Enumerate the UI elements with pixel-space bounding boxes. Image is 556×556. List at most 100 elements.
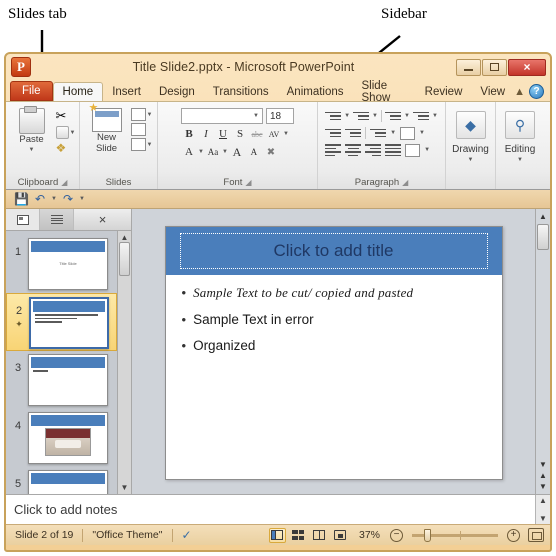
- tab-animations[interactable]: Animations: [278, 82, 353, 101]
- shapes-icon[interactable]: ◆: [455, 111, 486, 139]
- align-right-icon[interactable]: [365, 143, 382, 157]
- font-name-input[interactable]: ▼: [181, 108, 263, 124]
- sidebar-scroll-up-button[interactable]: ▲: [121, 233, 129, 242]
- customize-qat-chevron-down-icon[interactable]: ▼: [79, 196, 85, 202]
- drawing-chevron-down-icon[interactable]: ▼: [468, 157, 474, 163]
- zoom-slider[interactable]: [412, 528, 498, 542]
- reset-button[interactable]: [130, 123, 153, 136]
- slide-indicator[interactable]: Slide 2 of 19: [6, 525, 82, 545]
- zoom-level-label[interactable]: 37%: [353, 529, 386, 541]
- slide-body-placeholder[interactable]: • Sample Text to be cut/ copied and past…: [166, 275, 502, 353]
- stage-scroll-thumb[interactable]: [537, 224, 549, 250]
- zoom-in-button[interactable]: +: [507, 528, 520, 542]
- notes-scrollbar[interactable]: ▲ ▼: [535, 495, 550, 524]
- bold-button[interactable]: B: [181, 126, 197, 142]
- decrease-indent-icon[interactable]: [325, 126, 342, 140]
- text-direction-icon[interactable]: [413, 109, 429, 123]
- slide-thumbnail-5[interactable]: 5: [6, 467, 117, 494]
- slide-thumbnail-1[interactable]: 1 Title Slide: [6, 235, 117, 293]
- slide-canvas[interactable]: Click to add title • Sample Text to be c…: [164, 225, 503, 480]
- change-case-button[interactable]: Aa: [205, 144, 221, 160]
- slide-thumbnail-2[interactable]: 2 ✦: [6, 293, 117, 351]
- tab-slide-show[interactable]: Slide Show: [353, 80, 416, 104]
- sidebar-scroll-down-button[interactable]: ▼: [121, 483, 129, 492]
- spellcheck-button[interactable]: ✓: [173, 525, 201, 545]
- justify-icon[interactable]: [385, 143, 402, 157]
- text-shadow-button[interactable]: S: [232, 126, 248, 142]
- notes-scroll-down-button[interactable]: ▼: [539, 514, 547, 523]
- line-spacing-icon[interactable]: [385, 109, 401, 123]
- columns-icon[interactable]: [370, 126, 387, 140]
- maximize-button[interactable]: [482, 58, 507, 76]
- view-normal[interactable]: [268, 527, 286, 543]
- layout-button[interactable]: ▼: [130, 108, 152, 121]
- notes-scroll-up-button[interactable]: ▲: [539, 496, 547, 505]
- undo-chevron-down-icon[interactable]: ▼: [51, 196, 57, 202]
- bullets-icon[interactable]: [325, 109, 342, 123]
- tab-home[interactable]: Home: [52, 82, 104, 101]
- format-painter-button[interactable]: ❖: [56, 141, 76, 155]
- slide-thumbnail-3[interactable]: 3: [6, 351, 117, 409]
- notes-pane[interactable]: Click to add notes ▲ ▼: [6, 494, 550, 524]
- align-text-icon[interactable]: [400, 126, 416, 140]
- editing-chevron-down-icon[interactable]: ▼: [517, 157, 523, 163]
- save-icon[interactable]: 💾: [14, 192, 29, 206]
- sidebar-scroll-thumb[interactable]: [119, 242, 130, 276]
- stage-scroll-down-button[interactable]: ▼: [539, 460, 547, 469]
- view-slide-sorter[interactable]: [290, 528, 307, 543]
- title-placeholder[interactable]: Click to add title: [179, 232, 488, 269]
- align-center-icon[interactable]: [345, 143, 362, 157]
- sidebar-scrollbar[interactable]: ▲ ▼: [117, 231, 131, 494]
- stage-scroll-track[interactable]: [536, 252, 550, 459]
- tab-design[interactable]: Design: [150, 82, 204, 101]
- tab-transitions[interactable]: Transitions: [204, 82, 278, 101]
- minimize-button[interactable]: [456, 58, 481, 76]
- cut-button[interactable]: ✂: [56, 108, 76, 124]
- close-button[interactable]: ×: [508, 58, 546, 76]
- tab-view[interactable]: View: [471, 82, 514, 101]
- clipboard-dialog-launcher-icon[interactable]: ◢: [61, 178, 67, 187]
- fit-to-window-button[interactable]: [528, 528, 544, 542]
- undo-icon[interactable]: ↶: [35, 192, 45, 206]
- font-color-button[interactable]: A: [181, 144, 197, 160]
- next-slide-button[interactable]: ▼: [539, 482, 547, 491]
- align-left-icon[interactable]: [325, 143, 342, 157]
- paste-button[interactable]: Paste ▼: [10, 106, 54, 156]
- close-sidebar-button[interactable]: ×: [74, 209, 131, 230]
- shrink-font-button[interactable]: A: [246, 144, 262, 160]
- convert-to-smartart-icon[interactable]: [405, 143, 421, 157]
- italic-button[interactable]: I: [198, 126, 214, 142]
- previous-slide-button[interactable]: ▲: [539, 471, 547, 480]
- slide-thumbnail-4[interactable]: 4: [6, 409, 117, 467]
- strikethrough-button[interactable]: abc: [249, 126, 265, 142]
- font-size-input[interactable]: 18: [266, 108, 294, 124]
- view-slide-show[interactable]: [332, 528, 349, 543]
- tab-insert[interactable]: Insert: [103, 82, 150, 101]
- copy-button[interactable]: ▼: [55, 126, 75, 139]
- font-dialog-launcher-icon[interactable]: ◢: [245, 178, 251, 187]
- stage-scroll-up-button[interactable]: ▲: [539, 212, 547, 221]
- tab-file[interactable]: File: [10, 81, 53, 101]
- zoom-out-button[interactable]: −: [390, 528, 403, 542]
- redo-icon[interactable]: ↷: [63, 192, 73, 206]
- binoculars-icon[interactable]: ⚲: [504, 111, 535, 139]
- grow-font-button[interactable]: A: [229, 144, 245, 160]
- paragraph-dialog-launcher-icon[interactable]: ◢: [402, 178, 408, 187]
- character-spacing-button[interactable]: AV: [266, 126, 282, 142]
- outline-tab[interactable]: [40, 209, 74, 230]
- new-slide-button[interactable]: New Slide: [85, 103, 129, 154]
- view-reading[interactable]: [311, 528, 328, 543]
- help-icon[interactable]: ?: [529, 84, 544, 99]
- theme-indicator[interactable]: "Office Theme": [83, 525, 171, 545]
- underline-button[interactable]: U: [215, 126, 231, 142]
- tab-review[interactable]: Review: [416, 82, 472, 101]
- clear-formatting-button[interactable]: ✖: [263, 144, 279, 160]
- font-group-label-row: Font ◢: [161, 175, 314, 189]
- slides-tab[interactable]: [6, 209, 40, 230]
- zoom-slider-handle[interactable]: [424, 528, 431, 542]
- increase-indent-icon[interactable]: [345, 126, 362, 140]
- stage-scrollbar[interactable]: ▲ ▼ ▲ ▼: [535, 209, 550, 494]
- section-button[interactable]: ▼: [130, 138, 152, 151]
- numbering-icon[interactable]: [353, 109, 370, 123]
- minimize-ribbon-icon[interactable]: ▲: [514, 86, 525, 98]
